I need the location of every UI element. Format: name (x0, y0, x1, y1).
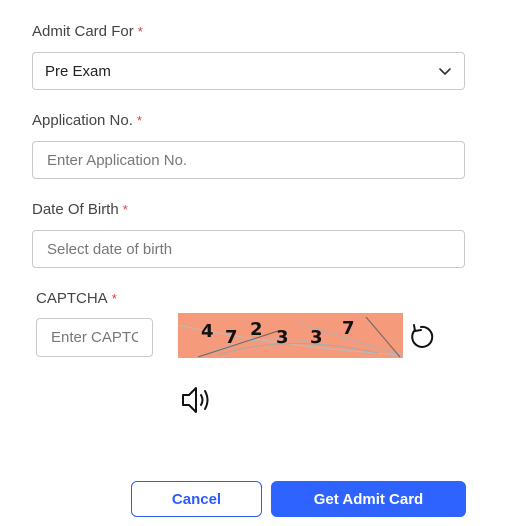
application-no-label: Application No. * (32, 112, 142, 129)
admit-card-for-label: Admit Card For * (32, 23, 143, 40)
dob-label-text: Date Of Birth (32, 201, 119, 218)
captcha-char: 7 (342, 318, 355, 339)
dob-label: Date Of Birth * (32, 201, 128, 218)
admit-card-for-label-text: Admit Card For (32, 23, 134, 40)
application-no-label-text: Application No. (32, 112, 133, 129)
cancel-button[interactable]: Cancel (131, 481, 262, 517)
get-admit-card-button[interactable]: Get Admit Card (271, 481, 466, 517)
dob-field[interactable] (32, 230, 465, 268)
captcha-char: 3 (276, 327, 289, 348)
dob-input[interactable] (45, 239, 452, 259)
captcha-image: 472337 (178, 313, 403, 358)
required-asterisk: * (122, 202, 128, 217)
captcha-char: 3 (310, 327, 323, 348)
admit-card-for-value: Pre Exam (45, 62, 111, 80)
captcha-label-text: CAPTCHA (36, 290, 108, 307)
admit-card-for-select[interactable]: Pre Exam (32, 52, 465, 90)
required-asterisk: * (111, 291, 117, 306)
required-asterisk: * (137, 24, 143, 39)
application-no-input[interactable] (45, 150, 452, 170)
application-no-field[interactable] (32, 141, 465, 179)
chevron-down-icon (439, 68, 451, 75)
captcha-field[interactable] (36, 318, 153, 357)
captcha-char: 2 (250, 319, 263, 340)
captcha-char: 4 (201, 321, 214, 342)
captcha-label: CAPTCHA * (36, 290, 117, 307)
refresh-icon[interactable] (407, 322, 435, 350)
captcha-char: 7 (225, 327, 238, 348)
required-asterisk: * (136, 113, 142, 128)
speaker-icon[interactable] (179, 384, 213, 416)
captcha-input[interactable] (49, 328, 140, 347)
